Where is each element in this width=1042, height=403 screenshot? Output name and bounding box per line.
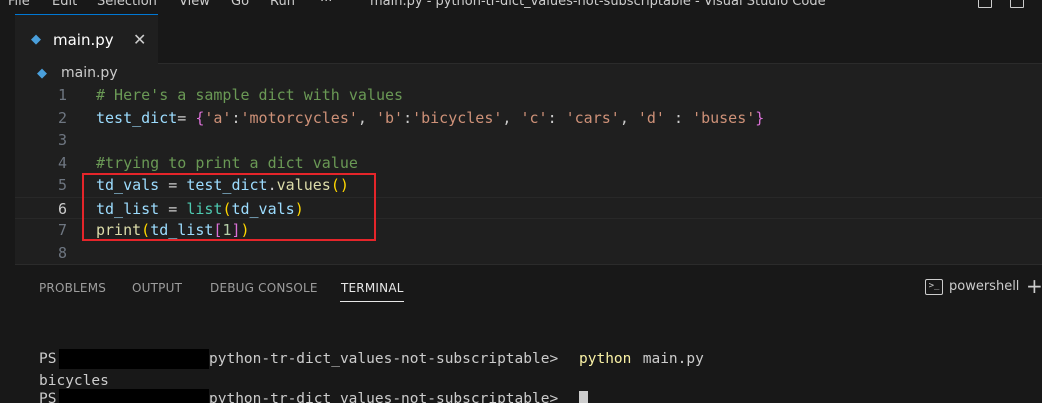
terminal-prompt-path: python-tr-dict_values-not-subscriptable> (209, 391, 559, 403)
code-token: 'b' (375, 108, 404, 127)
code-token: } (755, 108, 765, 127)
code-token: test_dict (96, 108, 178, 127)
terminal-command-arg: main.py (634, 351, 704, 367)
code-token: : (547, 108, 566, 127)
terminal-command: python (579, 351, 632, 367)
line-number: 5 (57, 176, 67, 194)
code-token: , (502, 108, 521, 127)
breadcrumb: ◆ main.py (15, 64, 1042, 84)
code-text: # Here's a sample dict with values (96, 84, 403, 106)
line-number: 8 (57, 243, 67, 262)
code-token: 'motorcycles' (240, 108, 358, 127)
code-line[interactable]: 1 # Here's a sample dict with values (15, 84, 1042, 106)
code-line[interactable]: 3 (15, 129, 1042, 151)
menu-selection[interactable]: Selection (97, 0, 157, 9)
tab-label: main.py (53, 31, 114, 49)
code-token: 'bicycles' (412, 108, 503, 127)
code-token: 'buses' (692, 108, 756, 127)
line-number: 3 (57, 131, 67, 149)
menu-view[interactable]: View (179, 0, 210, 9)
active-tab-indicator (340, 301, 404, 302)
terminal-icon[interactable]: >_ (925, 279, 943, 295)
code-line[interactable]: 2 test_dict= {'a':'motorcycles', 'b':'bic… (15, 107, 1042, 129)
python-icon: ◆ (37, 66, 47, 81)
menu-more[interactable]: ··· (320, 0, 332, 9)
tab-output[interactable]: OUTPUT (132, 281, 182, 295)
menu-go[interactable]: Go (231, 0, 249, 9)
terminal-ps: PS (39, 391, 57, 403)
window-title: main.py - python-tr-dict_values-not-subs… (370, 0, 826, 9)
menu-edit[interactable]: Edit (52, 0, 77, 9)
tab-terminal[interactable]: TERMINAL (341, 281, 404, 295)
breadcrumb-file[interactable]: main.py (61, 65, 118, 81)
code-token: # Here's a sample dict with values (96, 86, 404, 104)
code-token: = (177, 108, 196, 127)
menu-run[interactable]: Run (270, 0, 295, 9)
code-token: 'a' (204, 108, 232, 127)
tab-main-py[interactable]: ◆ main.py ✕ (15, 14, 158, 64)
line-number: 1 (57, 86, 67, 104)
title-bar: File Edit Selection View Go Run ··· main… (0, 0, 1042, 14)
terminal-prompt-path: python-tr-dict_values-not-subscriptable> (209, 351, 559, 367)
tab-problems[interactable]: PROBLEMS (39, 281, 106, 295)
code-highlight-box (82, 173, 376, 241)
editor-tab-bar: ◆ main.py ✕ (15, 14, 1042, 64)
terminal-cursor (579, 391, 588, 403)
code-text: #trying to print a dict value (96, 152, 358, 174)
redaction-bar (59, 389, 209, 403)
line-number: 7 (57, 221, 67, 239)
code-token: , (619, 108, 638, 127)
terminal-output: bicycles (39, 373, 109, 389)
code-text: test_dict= {'a':'motorcycles', 'b':'bicy… (96, 107, 764, 129)
tab-debug-console[interactable]: DEBUG CONSOLE (210, 281, 318, 295)
line-number: 4 (57, 153, 67, 172)
code-token: 'd' (637, 108, 665, 127)
layout-panel-icon[interactable] (1010, 0, 1024, 8)
code-token: , (357, 108, 376, 127)
terminal-ps: PS (39, 351, 57, 367)
new-terminal-icon[interactable]: + (1026, 274, 1042, 298)
code-token: 'cars' (565, 108, 620, 127)
code-token: #trying to print a dict value (96, 153, 358, 172)
code-token: : (231, 108, 241, 127)
activity-bar-edge (0, 14, 15, 403)
line-number: 2 (57, 108, 67, 127)
code-token: : (664, 108, 693, 127)
terminal-shell-label[interactable]: powershell (949, 279, 1019, 294)
close-icon[interactable]: ✕ (133, 30, 146, 49)
code-token: 'c' (520, 108, 548, 127)
layout-sidebar-icon[interactable] (978, 0, 992, 8)
menu-file[interactable]: File (8, 0, 30, 9)
code-line[interactable]: 4 #trying to print a dict value (15, 152, 1042, 174)
code-line[interactable]: 8 (15, 242, 1042, 264)
redaction-bar (59, 349, 209, 369)
bottom-panel: PROBLEMS OUTPUT DEBUG CONSOLE TERMINAL >… (15, 264, 1042, 403)
code-token: : (403, 108, 413, 127)
line-number: 6 (57, 199, 67, 218)
python-icon: ◆ (31, 32, 41, 47)
